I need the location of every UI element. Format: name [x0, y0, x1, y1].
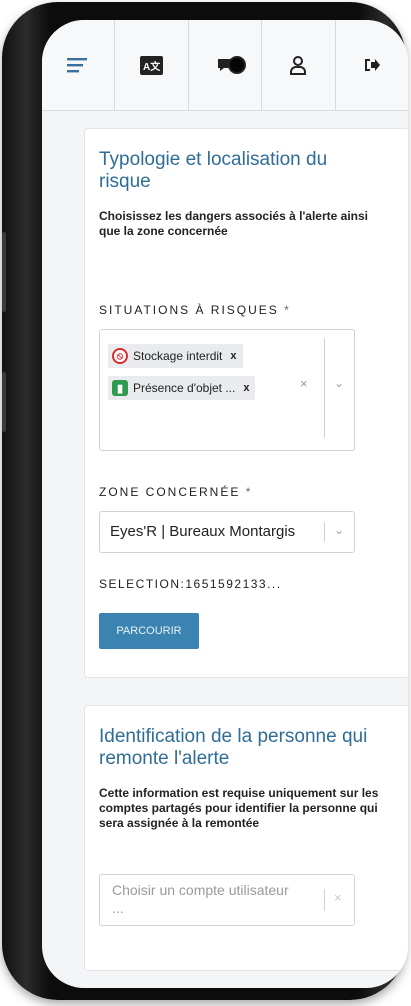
app-screen: A文 Typologie et localisation du risque C…: [42, 20, 408, 988]
section-description: Cette information est requise uniquement…: [99, 786, 379, 830]
section-title: Typologie et localisation du risque: [99, 149, 328, 192]
required-mark: *: [245, 485, 251, 499]
risk-section-card: Typologie et localisation du risque Choi…: [84, 128, 408, 678]
tag-label: Présence d'objet ...: [133, 381, 236, 395]
chevron-down-icon[interactable]: ⌄: [334, 523, 344, 537]
account-select-placeholder: Choisir un compte utilisateur ...: [112, 882, 289, 916]
chevron-down-icon[interactable]: ⌄: [334, 376, 344, 390]
divider: [324, 889, 325, 911]
tag-presence-objet: ▮ Présence d'objet ... x: [108, 376, 256, 400]
logout-icon: [364, 59, 380, 71]
power-button: [2, 372, 6, 432]
person-section-card: Identification de la personne qui remont…: [84, 705, 408, 971]
menu-button[interactable]: [42, 20, 116, 110]
no-entry-icon: ⦸: [112, 348, 128, 364]
tag-stockage-interdit: ⦸ Stockage interdit x: [108, 344, 243, 368]
translate-icon: A文: [139, 55, 164, 75]
section-description: Choisissez les dangers associés à l'aler…: [99, 209, 368, 238]
chat-button[interactable]: [189, 20, 263, 110]
tag-remove-button[interactable]: x: [230, 350, 236, 362]
selection-info: SELECTION:1651592133...: [99, 577, 282, 591]
browse-button[interactable]: PARCOURIR: [99, 613, 199, 649]
situations-label: SITUATIONS À RISQUES *: [99, 303, 289, 317]
account-select[interactable]: Choisir un compte utilisateur ... ×: [99, 874, 355, 926]
tag-label: Stockage interdit: [133, 349, 223, 363]
menu-icon: [67, 58, 88, 73]
zone-label: ZONE CONCERNÉE *: [99, 485, 250, 499]
user-button[interactable]: [262, 20, 336, 110]
phone-frame: A文 Typologie et localisation du risque C…: [2, 2, 408, 1000]
tag-remove-button[interactable]: x: [243, 382, 249, 394]
required-mark: *: [284, 303, 289, 317]
exit-sign-icon: ▮: [112, 380, 128, 396]
top-toolbar: A文: [42, 20, 408, 111]
front-camera: [228, 56, 246, 74]
situations-multiselect[interactable]: ⦸ Stockage interdit x ▮ Présence d'objet…: [99, 329, 355, 451]
language-button[interactable]: A文: [115, 20, 189, 110]
zone-label-text: ZONE CONCERNÉE: [99, 485, 241, 499]
zone-select[interactable]: Eyes'R | Bureaux Montargis ⌄: [99, 511, 355, 553]
section-title: Identification de la personne qui remont…: [99, 726, 368, 769]
zone-select-value: Eyes'R | Bureaux Montargis: [110, 523, 296, 540]
divider: [324, 522, 325, 542]
divider: [324, 338, 325, 438]
clear-all-button[interactable]: ×: [300, 376, 308, 391]
volume-button: [2, 232, 6, 312]
logout-button[interactable]: [336, 20, 408, 110]
situations-label-text: SITUATIONS À RISQUES: [99, 303, 279, 317]
clear-button[interactable]: ×: [334, 890, 342, 905]
user-icon: [290, 56, 307, 75]
